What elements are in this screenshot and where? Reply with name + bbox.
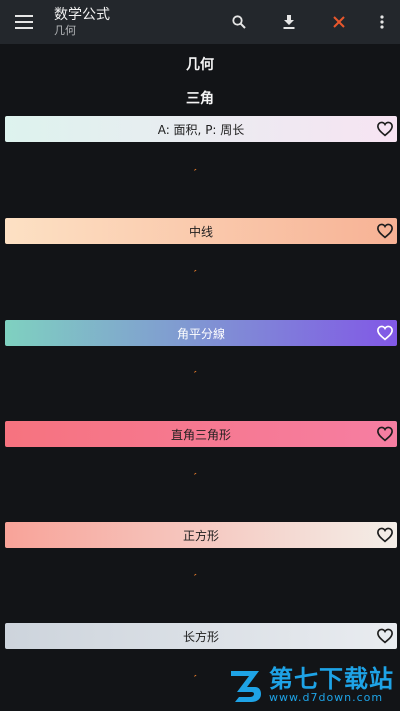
toolbar-actions (214, 0, 400, 44)
section-title-geometry: 几何 (186, 57, 214, 73)
watermark-text: 第七下载站 www.d7down.com (269, 666, 394, 704)
app-title: 数学公式 (54, 6, 110, 23)
formula-mark: ′ (191, 167, 198, 180)
more-vertical-icon (380, 15, 384, 29)
more-button[interactable] (364, 0, 400, 44)
close-button[interactable] (314, 0, 364, 44)
section-title-triangle: 三角 (186, 91, 214, 107)
formula-mark: ′ (191, 268, 198, 281)
search-icon (232, 15, 246, 29)
card-label: A: 面积, P: 周长 (157, 122, 245, 137)
download-icon (283, 15, 295, 29)
heart-outline-icon (377, 325, 393, 341)
favorite-button[interactable] (376, 425, 394, 443)
favorite-button[interactable] (376, 627, 394, 645)
heart-outline-icon (377, 223, 393, 239)
heart-outline-icon (377, 527, 393, 543)
formula-card-area-perimeter[interactable]: A: 面积, P: 周长 (5, 116, 397, 142)
formula-mark: ′ (191, 572, 198, 585)
formula-card-median[interactable]: 中线 (5, 218, 397, 244)
card-label: 正方形 (182, 528, 219, 543)
close-icon (333, 16, 345, 28)
formula-card-angle-bisector[interactable]: 角平分線 (5, 320, 397, 346)
menu-button[interactable] (0, 0, 48, 44)
card-label: 中线 (188, 224, 213, 239)
download-button[interactable] (264, 0, 314, 44)
search-button[interactable] (214, 0, 264, 44)
app-subtitle: 几何 (54, 23, 76, 37)
favorite-button[interactable] (376, 324, 394, 342)
formula-card-right-triangle[interactable]: 直角三角形 (5, 421, 397, 447)
card-label: 长方形 (182, 629, 219, 644)
app-bar: 数学公式 几何 (0, 0, 400, 44)
favorite-button[interactable] (376, 526, 394, 544)
favorite-button[interactable] (376, 222, 394, 240)
formula-mark: ′ (191, 369, 198, 382)
title-block: 数学公式 几何 (48, 7, 214, 38)
watermark: 第七下载站 www.d7down.com (225, 665, 394, 705)
menu-icon (15, 15, 33, 29)
watermark-logo-icon (231, 671, 261, 702)
heart-outline-icon (377, 426, 393, 442)
watermark-url: www.d7down.com (269, 691, 384, 704)
card-label: 角平分線 (176, 326, 225, 341)
formula-mark: ′ (191, 471, 198, 484)
card-label: 直角三角形 (170, 427, 231, 442)
heart-outline-icon (377, 121, 393, 137)
formula-card-square[interactable]: 正方形 (5, 522, 397, 548)
formula-card-rectangle[interactable]: 长方形 (5, 623, 397, 649)
favorite-button[interactable] (376, 120, 394, 138)
formula-mark: ′ (191, 673, 198, 686)
watermark-brand: 第七下载站 (269, 665, 394, 693)
heart-outline-icon (377, 628, 393, 644)
